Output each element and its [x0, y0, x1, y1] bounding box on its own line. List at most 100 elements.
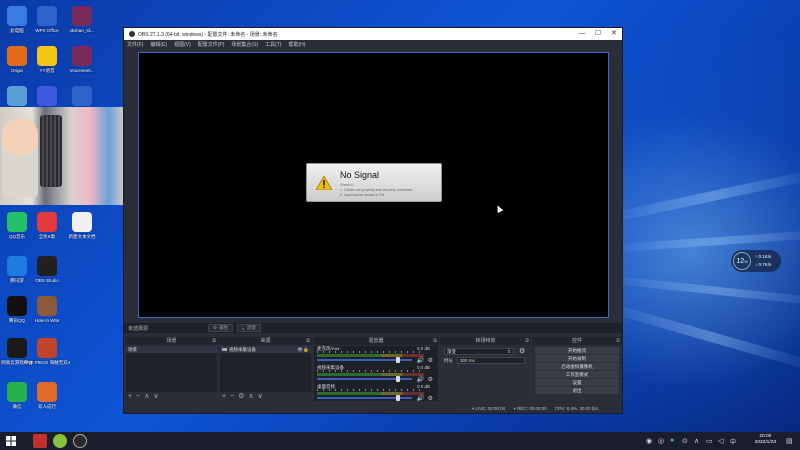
control-button[interactable]: 退出	[535, 387, 619, 394]
gear-icon[interactable]: ⚙	[428, 395, 433, 402]
transition-settings-icon[interactable]: ⚙	[519, 347, 525, 355]
yy-icon	[37, 46, 57, 66]
notification-icon[interactable]: ▤	[786, 437, 793, 445]
live-dot-icon: ●	[471, 405, 475, 411]
close-button[interactable]: ✕	[606, 28, 622, 40]
speaker-icon[interactable]: 🔊	[417, 357, 424, 364]
maximize-button[interactable]: ☐	[590, 28, 606, 40]
scene-item[interactable]: 场景	[126, 346, 217, 353]
sources-dock: 来源 ⧉ 视频采集设备 👁 🔒 + − ⚙ ∧ ∨	[219, 337, 312, 402]
desktop-shortcut[interactable]: 双人成行	[32, 382, 62, 410]
desktop-shortcut[interactable]: Origin	[2, 46, 32, 73]
obs-title-bar[interactable]: OBS 27.1.3 (64-bit, windows) - 配置文件: 未命名…	[124, 28, 622, 40]
duration-input[interactable]: 300 ms	[457, 357, 525, 364]
tray-icon[interactable]: ◎	[658, 437, 664, 445]
network-icon[interactable]: ▭	[706, 437, 713, 445]
desktop-shortcut[interactable]: Hole In Wite	[32, 296, 62, 323]
minimize-button[interactable]: —	[574, 28, 590, 40]
filters-button[interactable]: ◐ 滤镜	[237, 324, 261, 332]
transition-type-select[interactable]: 渐变 ⇕	[444, 348, 514, 355]
move-scene-down-button[interactable]: ∨	[153, 393, 158, 401]
windows-start-icon[interactable]	[6, 436, 16, 446]
desktop-shortcut[interactable]: 腾讯QQ	[2, 296, 32, 324]
tray-chevron-icon[interactable]: ∧	[694, 437, 699, 445]
tray-icon[interactable]: ◉	[646, 437, 652, 445]
visibility-eye-icon[interactable]: 👁	[297, 346, 303, 353]
taskbar-obs-icon[interactable]	[73, 434, 87, 448]
move-scene-up-button[interactable]: ∧	[144, 393, 149, 401]
move-source-down-button[interactable]: ∨	[258, 393, 263, 401]
tray-icon[interactable]: ●	[670, 437, 674, 444]
meter-scale	[317, 389, 424, 391]
taskbar-app-icon[interactable]	[33, 434, 47, 448]
network-monitor-widget[interactable]: 12% ↑ 0.1K/s ↓ 0.7K/s	[731, 250, 781, 272]
menu-item[interactable]: 帮助(H)	[288, 41, 305, 48]
obs-window: OBS 27.1.3 (64-bit, windows) - 配置文件: 未命名…	[123, 27, 623, 414]
volume-slider-handle[interactable]	[396, 376, 401, 382]
control-button[interactable]: 开始录制	[535, 355, 619, 362]
sources-list: 视频采集设备 👁 🔒	[220, 346, 311, 392]
archive-icon	[72, 6, 92, 26]
desktop-shortcut[interactable]: QQ音乐	[2, 212, 32, 240]
control-button[interactable]: 启动虚拟摄像机	[535, 363, 619, 370]
menu-item[interactable]: 视图(V)	[174, 41, 191, 48]
audio-meter	[317, 392, 424, 395]
menu-item[interactable]: 场景集合(S)	[231, 41, 258, 48]
gear-icon[interactable]: ⚙	[428, 357, 433, 364]
desktop-shortcut[interactable]: 微信	[2, 382, 32, 410]
volume-icon[interactable]: ◁	[718, 437, 723, 445]
kge-icon	[37, 212, 57, 232]
webcam-chair	[40, 115, 62, 187]
desktop-shortcut[interactable]: Voicemeet...	[67, 46, 97, 73]
desktop-shortcut[interactable]: ONE PIECE 海贼无双4	[24, 338, 70, 366]
volume-slider-handle[interactable]	[396, 395, 401, 401]
menu-item[interactable]: 配置文件(P)	[198, 41, 225, 48]
menu-item[interactable]: 编辑(E)	[150, 41, 167, 48]
dock-float-icon[interactable]: ⧉	[525, 337, 529, 345]
desktop-shortcut[interactable]: 全民K歌	[32, 212, 62, 240]
game-icon	[37, 296, 57, 316]
ime-indicator[interactable]: 中	[730, 437, 736, 446]
desktop-shortcut[interactable]: xkshan_sli...	[67, 6, 97, 33]
desktop-shortcut[interactable]: 新建文本文档	[67, 212, 97, 240]
menu-item[interactable]: 工具(T)	[265, 41, 281, 48]
desktop-shortcut[interactable]	[32, 86, 62, 108]
desktop-shortcut[interactable]: 此电脑	[2, 6, 32, 34]
remove-source-button[interactable]: −	[230, 393, 234, 401]
source-item[interactable]: 视频采集设备 👁 🔒	[220, 346, 311, 353]
desktop-shortcut[interactable]: OBS Studio	[32, 256, 62, 283]
mixer-header: 混音器 ⧉	[313, 337, 439, 345]
rec-status: ● REC: 00:00:00	[513, 405, 547, 411]
move-source-up-button[interactable]: ∧	[248, 393, 253, 401]
volume-slider-handle[interactable]	[396, 357, 401, 363]
wallpaper-beam	[598, 300, 800, 374]
gear-icon[interactable]: ⚙	[428, 376, 433, 383]
remove-scene-button[interactable]: −	[136, 393, 140, 401]
dock-float-icon[interactable]: ⧉	[306, 337, 310, 345]
taskbar-app-icon[interactable]	[53, 434, 67, 448]
taskbar-clock[interactable]: 20:00 2022/1/23	[755, 434, 776, 446]
source-settings-button[interactable]: ⚙	[238, 393, 244, 401]
tray-icon[interactable]: ⊙	[682, 437, 688, 445]
lock-icon[interactable]: 🔒	[303, 346, 309, 353]
speaker-icon[interactable]: 🔊	[417, 376, 424, 383]
desktop-shortcut-label: 双人成行	[38, 404, 56, 409]
desktop-shortcut[interactable]	[2, 86, 32, 108]
desktop-shortcut[interactable]: YY语音	[32, 46, 62, 74]
control-button[interactable]: 开始推流	[535, 347, 619, 354]
desktop-shortcut[interactable]: 腾讯游	[2, 256, 32, 284]
dock-float-icon[interactable]: ⧉	[433, 337, 437, 345]
tencent-game-icon	[7, 256, 27, 276]
properties-button[interactable]: ⚙ 属性	[208, 324, 234, 332]
menu-item[interactable]: 文件(F)	[127, 41, 143, 48]
preview-canvas[interactable]: No Signal Check if: 1. Cables are proper…	[138, 52, 609, 318]
desktop-shortcut[interactable]	[67, 86, 97, 108]
dock-float-icon[interactable]: ⧉	[616, 337, 620, 345]
speaker-icon[interactable]: 🔊	[417, 395, 424, 402]
dock-float-icon[interactable]: ⧉	[212, 337, 216, 345]
add-source-button[interactable]: +	[222, 393, 226, 401]
control-button[interactable]: 设置	[535, 379, 619, 386]
desktop-shortcut[interactable]: WPS Office	[32, 6, 62, 33]
control-button[interactable]: 工作室模式	[535, 371, 619, 378]
add-scene-button[interactable]: +	[128, 393, 132, 401]
